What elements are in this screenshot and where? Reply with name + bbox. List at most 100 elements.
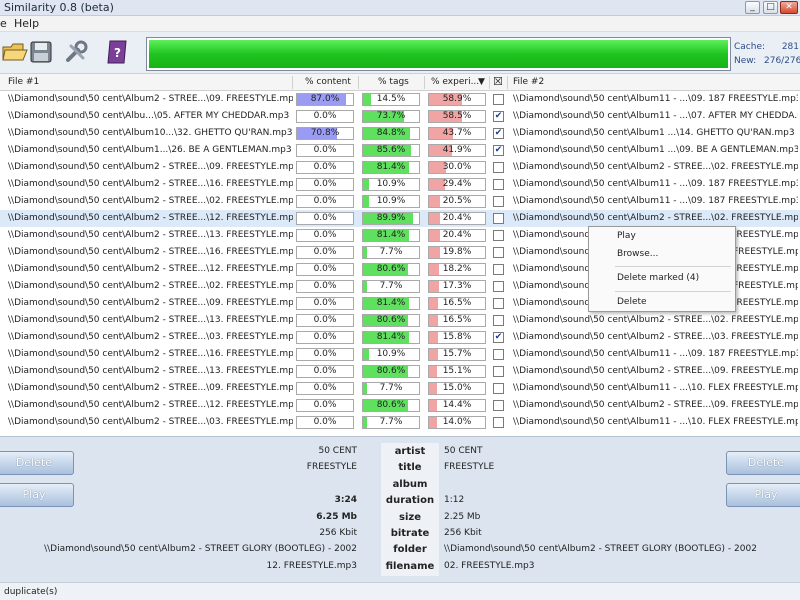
tags-match-cell: 10.9% — [362, 348, 420, 361]
tags-match-value: 81.4% — [376, 230, 406, 240]
mark-checkbox[interactable] — [493, 366, 504, 377]
result-row[interactable]: \\Diamond\sound\50 cent\Album2 - STREE..… — [0, 397, 800, 414]
tags-match-cell: 14.5% — [362, 93, 420, 106]
tags-match-value: 73.7% — [376, 111, 406, 121]
menu-file[interactable]: e — [0, 17, 7, 30]
mark-checkbox[interactable] — [493, 213, 504, 224]
result-row[interactable]: \\Diamond\sound\50 cent\Album2 - STREE..… — [0, 346, 800, 363]
title-bar: Similarity 0.8 (beta) _ □ ✕ — [0, 0, 800, 16]
result-row[interactable]: \\Diamond\sound\50 cent\Album2 - STREE..… — [0, 210, 800, 227]
experience-match-cell: 20.5% — [428, 195, 486, 208]
col-file1[interactable]: File #1 — [8, 77, 39, 87]
mark-checkbox[interactable]: ✔ — [493, 332, 504, 343]
mark-checkbox[interactable] — [493, 196, 504, 207]
result-row[interactable]: \\Diamond\sound\50 cent\Albu...\05. AFTE… — [0, 108, 800, 125]
detail-left-value: \\Diamond\sound\50 cent\Album2 - STREET … — [44, 544, 357, 555]
experience-match-cell: 15.0% — [428, 382, 486, 395]
close-button[interactable]: ✕ — [780, 1, 798, 14]
content-match-cell: 0.0% — [296, 280, 354, 293]
mark-checkbox[interactable] — [493, 230, 504, 241]
experience-match-value: 16.5% — [442, 298, 472, 308]
result-row[interactable]: \\Diamond\sound\50 cent\Album2 - STREE..… — [0, 193, 800, 210]
experience-match-bar — [429, 417, 437, 428]
col-content[interactable]: % content — [305, 77, 351, 87]
experience-match-bar — [429, 400, 438, 411]
experience-match-cell: 14.4% — [428, 399, 486, 412]
file2-path: \\Diamond\sound\50 cent\Album1 ...\14. G… — [513, 128, 795, 138]
result-row[interactable]: \\Diamond\sound\50 cent\Album2 - STREE..… — [0, 312, 800, 329]
menu-bar: e Help — [0, 16, 800, 32]
tags-match-cell: 7.7% — [362, 416, 420, 429]
experience-match-cell: 16.5% — [428, 297, 486, 310]
file1-path: \\Diamond\sound\50 cent\Album2 - STREE..… — [8, 366, 293, 376]
experience-match-bar — [429, 230, 441, 241]
minimize-button[interactable]: _ — [745, 1, 760, 14]
maximize-button[interactable]: □ — [763, 1, 778, 14]
tags-match-cell: 80.6% — [362, 399, 420, 412]
settings-button[interactable] — [62, 36, 92, 68]
result-row[interactable]: \\Diamond\sound\50 cent\Album2 - STREE..… — [0, 329, 800, 346]
mark-checkbox[interactable] — [493, 383, 504, 394]
context-menu: Play Browse... Delete marked (4) Delete — [588, 226, 736, 312]
col-check-all[interactable]: ☒ — [493, 75, 503, 88]
results-header: File #1 % content % tags % experi... ▼ ☒… — [0, 74, 800, 91]
content-match-cell: 0.0% — [296, 246, 354, 259]
experience-match-value: 15.0% — [442, 383, 472, 393]
detail-left-value: 6.25 Mb — [316, 511, 357, 522]
ctx-delete[interactable]: Delete — [617, 297, 647, 307]
mark-checkbox[interactable] — [493, 400, 504, 411]
result-row[interactable]: \\Diamond\sound\50 cent\Album2 - STREE..… — [0, 176, 800, 193]
result-row[interactable]: \\Diamond\sound\50 cent\Album2 - STREE..… — [0, 380, 800, 397]
mark-checkbox[interactable] — [493, 179, 504, 190]
tags-match-bar — [363, 179, 370, 190]
mark-checkbox[interactable] — [493, 162, 504, 173]
mark-checkbox[interactable] — [493, 281, 504, 292]
content-match-cell: 0.0% — [296, 178, 354, 191]
mark-checkbox[interactable]: ✔ — [493, 111, 504, 122]
mark-checkbox[interactable] — [493, 94, 504, 105]
mark-checkbox[interactable]: ✔ — [493, 128, 504, 139]
col-file2[interactable]: File #2 — [513, 77, 544, 87]
result-row[interactable]: \\Diamond\sound\50 cent\Album2 - STREE..… — [0, 363, 800, 380]
mark-checkbox[interactable] — [493, 298, 504, 309]
save-button[interactable] — [26, 36, 56, 68]
col-experience[interactable]: % experi... — [431, 77, 479, 87]
result-row[interactable]: \\Diamond\sound\50 cent\Album2 - STREE..… — [0, 414, 800, 431]
mark-checkbox[interactable] — [493, 417, 504, 428]
file1-path: \\Diamond\sound\50 cent\Album2 - STREE..… — [8, 247, 293, 257]
content-match-value: 0.0% — [313, 315, 337, 325]
mark-checkbox[interactable] — [493, 264, 504, 275]
help-button[interactable]: ? — [102, 36, 132, 68]
detail-left-value: 256 Kbit — [319, 528, 357, 538]
result-row[interactable]: \\Diamond\sound\50 cent\Album1...\26. BE… — [0, 142, 800, 159]
experience-match-bar — [429, 315, 439, 326]
content-match-cell: 0.0% — [296, 229, 354, 242]
ctx-browse[interactable]: Browse... — [617, 249, 658, 259]
content-match-value: 0.0% — [313, 179, 337, 189]
file1-path: \\Diamond\sound\50 cent\Album2 - STREE..… — [8, 400, 293, 410]
ctx-play[interactable]: Play — [617, 231, 636, 241]
file1-path: \\Diamond\sound\50 cent\Album2 - STREE..… — [8, 349, 293, 359]
mark-checkbox[interactable] — [493, 315, 504, 326]
detail-right-value: FREESTYLE — [444, 462, 495, 473]
ctx-delete-marked[interactable]: Delete marked (4) — [617, 273, 699, 283]
mark-checkbox[interactable] — [493, 349, 504, 360]
experience-match-cell: 43.7% — [428, 127, 486, 140]
detail-label: album — [392, 478, 428, 490]
mark-checkbox[interactable]: ✔ — [493, 145, 504, 156]
experience-match-bar — [429, 264, 440, 275]
experience-match-value: 58.5% — [442, 111, 472, 121]
tags-match-value: 80.6% — [376, 400, 406, 410]
result-row[interactable]: \\Diamond\sound\50 cent\Album2 - STREE..… — [0, 91, 800, 108]
result-row[interactable]: \\Diamond\sound\50 cent\Album10...\32. G… — [0, 125, 800, 142]
content-match-cell: 0.0% — [296, 399, 354, 412]
menu-help[interactable]: Help — [14, 17, 39, 30]
file2-path: \\Diamond\sound\50 cent\Album2 - STREE..… — [513, 400, 798, 410]
file2-path: \\Diamond\sound\50 cent\Album11 - ...\10… — [513, 383, 798, 393]
col-tags[interactable]: % tags — [378, 77, 409, 87]
status-bar: duplicate(s) — [0, 582, 800, 600]
tags-match-value: 80.6% — [376, 315, 406, 325]
mark-checkbox[interactable] — [493, 247, 504, 258]
result-row[interactable]: \\Diamond\sound\50 cent\Album2 - STREE..… — [0, 159, 800, 176]
experience-match-value: 41.9% — [442, 145, 472, 155]
